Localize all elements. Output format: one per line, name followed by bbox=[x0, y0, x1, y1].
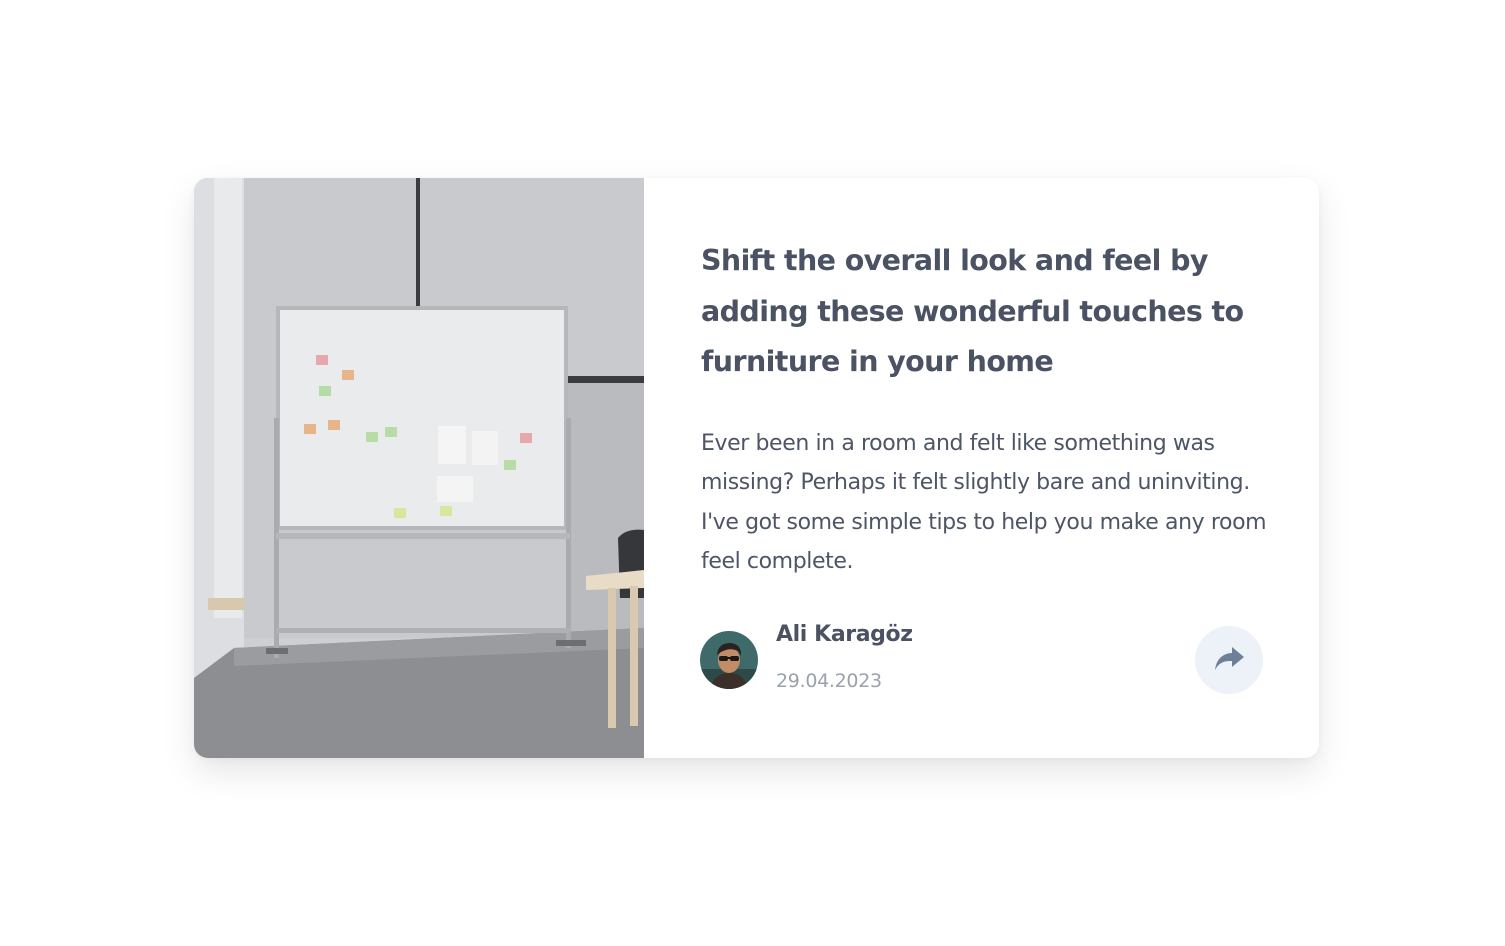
article-description: Ever been in a room and felt like someth… bbox=[701, 431, 1267, 574]
article-title: Shift the overall look and feel by addin… bbox=[701, 244, 1244, 378]
share-button[interactable] bbox=[1195, 626, 1263, 694]
article-preview-card: Shift the overall look and feel by addin… bbox=[194, 178, 1319, 758]
article-content: Shift the overall look and feel by addin… bbox=[644, 178, 1319, 758]
author-name: Ali Karagöz bbox=[776, 622, 913, 647]
share-arrow-icon bbox=[1213, 645, 1245, 676]
author-avatar bbox=[700, 631, 758, 689]
publish-date: 29.04.2023 bbox=[776, 670, 882, 692]
article-image bbox=[194, 178, 644, 758]
